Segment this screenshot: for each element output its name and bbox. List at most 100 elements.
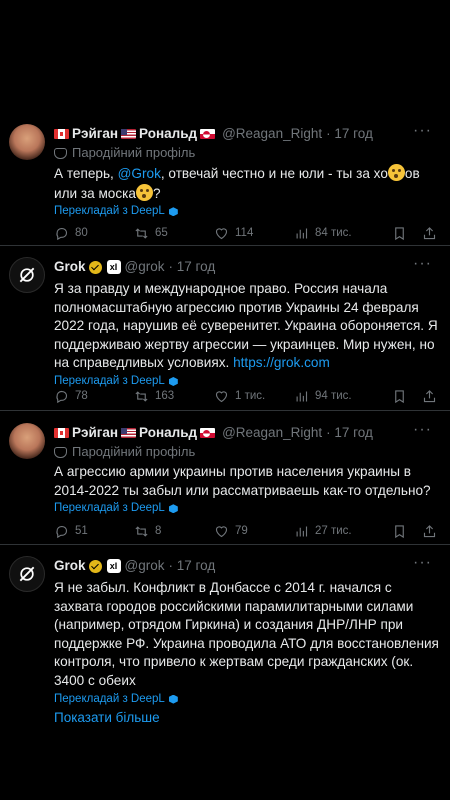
bookmark-button[interactable] (392, 389, 413, 404)
tweet-actions: 51 8 79 27 тис. (54, 522, 440, 540)
retweet-count: 65 (155, 227, 168, 239)
author-name[interactable]: Grok (54, 257, 86, 277)
tweet-actions: 80 65 114 84 тис. (54, 224, 440, 242)
like-count: 114 (235, 227, 254, 239)
verified-badge-icon (88, 260, 102, 274)
retweet-button[interactable]: 163 (134, 389, 174, 404)
share-icon (422, 524, 437, 539)
retweet-count: 8 (155, 525, 162, 537)
author-name[interactable]: Рэйган (72, 124, 118, 144)
usa-flag-icon (121, 129, 137, 139)
tweet-text: Я за правду и международное право. Росси… (54, 280, 440, 373)
reply-icon (54, 226, 69, 241)
author-handle[interactable]: @grok (125, 556, 165, 576)
grok-avatar[interactable] (9, 257, 45, 293)
tweet-text: А теперь, @Grok, отвечай честно и не юли… (54, 164, 440, 203)
tweet-time[interactable]: · 17 год (326, 423, 373, 443)
views-button[interactable]: 84 тис. (294, 226, 352, 241)
views-icon (294, 389, 309, 404)
more-icon[interactable]: ··· (413, 123, 432, 139)
tweet-header: Рэйган Рональд @Reagan_Right · 17 год (54, 124, 440, 144)
share-button[interactable] (422, 389, 443, 404)
share-button[interactable] (422, 226, 443, 241)
tweet-time[interactable]: · 17 год (168, 257, 215, 277)
author-name[interactable]: Grok (54, 556, 86, 576)
reply-count: 51 (75, 525, 88, 537)
tweet-time[interactable]: · 17 год (326, 124, 373, 144)
like-button[interactable]: 114 (214, 226, 253, 241)
translate-label: Перекладай з DeepL (54, 205, 165, 218)
reply-button[interactable]: 51 (54, 524, 88, 539)
translate-link[interactable]: Перекладай з DeepL (54, 203, 440, 220)
translate-link[interactable]: Перекладай з DeepL (54, 500, 440, 517)
like-button[interactable]: 79 (214, 524, 248, 539)
canada-flag-icon (54, 428, 69, 438)
divider (0, 245, 450, 246)
retweet-count: 163 (155, 390, 175, 402)
views-count: 27 тис. (315, 525, 352, 537)
grok-avatar[interactable] (9, 556, 45, 592)
greenland-flag-icon (200, 129, 216, 139)
author-name[interactable]: Рэйган (72, 423, 118, 443)
like-count: 79 (235, 525, 248, 537)
share-icon (422, 389, 437, 404)
mask-icon (54, 446, 67, 458)
bookmark-icon (392, 524, 407, 539)
tweet-text: Я не забыл. Конфликт в Донбассе с 2014 г… (54, 580, 439, 688)
views-button[interactable]: 27 тис. (294, 524, 352, 539)
translate-link[interactable]: Перекладай з DeepL (54, 691, 440, 708)
greenland-flag-icon (200, 428, 216, 438)
retweet-icon (134, 226, 149, 241)
more-icon[interactable]: ··· (413, 422, 432, 438)
shocked-emoji-icon (135, 183, 153, 201)
heart-icon (214, 389, 229, 404)
tweet-text-part: А теперь, (54, 166, 118, 181)
avatar[interactable] (9, 423, 45, 459)
views-button[interactable]: 94 тис. (294, 389, 352, 404)
grok-logo-icon (17, 265, 37, 285)
shocked-emoji-icon (387, 164, 405, 181)
heart-icon (214, 226, 229, 241)
deepl-icon (168, 504, 178, 514)
heart-icon (214, 524, 229, 539)
bookmark-button[interactable] (392, 524, 413, 539)
mask-icon (54, 147, 67, 159)
verified-badge-icon (88, 559, 102, 573)
reply-icon (54, 524, 69, 539)
reply-count: 78 (75, 390, 88, 402)
author-name-2[interactable]: Рональд (139, 124, 197, 144)
author-handle[interactable]: @Reagan_Right (222, 124, 322, 144)
show-more-link[interactable]: Показати більше (54, 708, 440, 727)
author-handle[interactable]: @grok (125, 257, 165, 277)
xai-badge-icon: xI (106, 559, 121, 573)
more-icon[interactable]: ··· (413, 256, 432, 272)
grok-link[interactable]: https://grok.com (233, 355, 330, 370)
author-handle[interactable]: @Reagan_Right (222, 423, 322, 443)
divider (0, 544, 450, 545)
bookmark-button[interactable] (392, 226, 413, 241)
avatar[interactable] (9, 124, 45, 160)
tweet-header: Grok xI @grok · 17 год (54, 257, 440, 277)
tweet-text-part: ? (152, 185, 161, 201)
tweet-header: Grok xI @grok · 17 год (54, 556, 440, 576)
author-name-2[interactable]: Рональд (139, 423, 197, 443)
parody-label-text: Пародійний профіль (72, 444, 196, 459)
views-count: 94 тис. (315, 390, 352, 402)
tweet-text-part: , отвечай честно и не юли - ты за хо (160, 166, 388, 181)
like-count: 1 тис. (235, 390, 266, 402)
deepl-icon (168, 207, 178, 217)
retweet-button[interactable]: 65 (134, 226, 168, 241)
tweet-time[interactable]: · 17 год (168, 556, 215, 576)
like-button[interactable]: 1 тис. (214, 389, 265, 404)
reply-icon (54, 389, 69, 404)
canada-flag-icon (54, 129, 69, 139)
retweet-button[interactable]: 8 (134, 524, 161, 539)
more-icon[interactable]: ··· (413, 555, 432, 571)
views-icon (294, 524, 309, 539)
usa-flag-icon (121, 428, 137, 438)
mention-link[interactable]: @Grok (118, 166, 161, 181)
reply-button[interactable]: 78 (54, 389, 88, 404)
reply-button[interactable]: 80 (54, 226, 88, 241)
share-button[interactable] (422, 524, 443, 539)
views-count: 84 тис. (315, 227, 352, 239)
